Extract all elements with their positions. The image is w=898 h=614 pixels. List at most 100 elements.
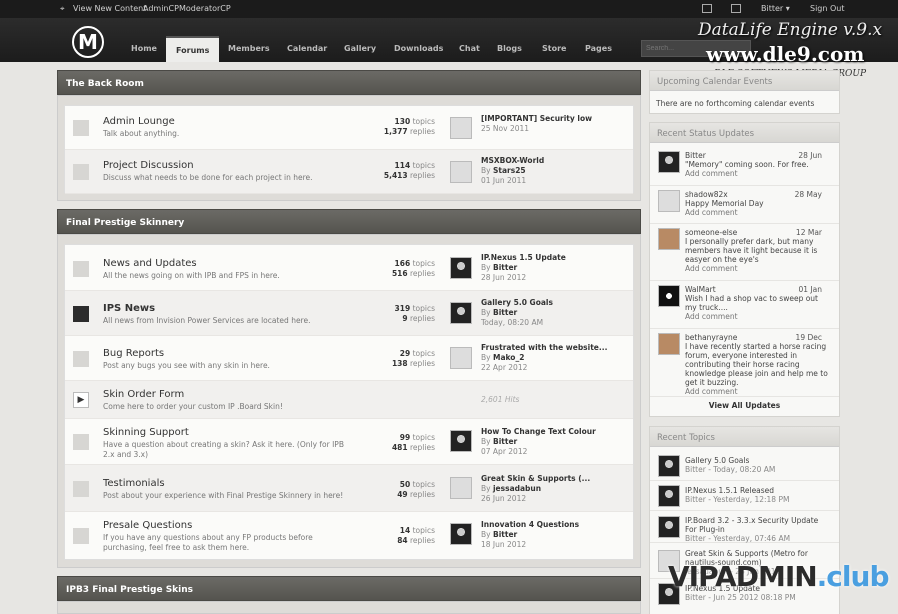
status-date: 19 Dec (795, 333, 822, 342)
add-comment-link[interactable]: Add comment (685, 264, 830, 273)
status-panel-title: Recent Status Updates (650, 123, 839, 143)
forum-row[interactable]: Presale Questions If you have any questi… (65, 512, 633, 561)
avatar[interactable] (450, 347, 472, 369)
category-header[interactable]: Final Prestige Skinnery (57, 209, 641, 234)
last-post-title[interactable]: Great Skin & Supports (... (481, 474, 590, 484)
last-post-author[interactable]: Bitter (493, 263, 517, 272)
sign-out-link[interactable]: Sign Out (810, 4, 845, 13)
last-post-author[interactable]: Bitter (493, 530, 517, 539)
last-post-title[interactable]: [IMPORTANT] Security low (481, 114, 592, 124)
recent-topic-title[interactable]: IP.Board 3.2 - 3.3.x Security Update For… (685, 516, 830, 534)
forum-title[interactable]: Testimonials (103, 478, 165, 489)
last-post-title[interactable]: MSXBOX-World (481, 156, 544, 166)
forum-title[interactable]: Presale Questions (103, 520, 192, 531)
last-post: Innovation 4 Questions By Bitter 18 Jun 20… (481, 520, 580, 549)
forum-read-icon (73, 164, 89, 180)
last-post-author[interactable]: jessadabun (493, 484, 541, 493)
view-all-updates-link[interactable]: View All Updates (650, 401, 839, 415)
calendar-empty-text: There are no forthcoming calendar events (656, 99, 815, 108)
avatar[interactable] (450, 161, 472, 183)
avatar[interactable] (450, 477, 472, 499)
avatar[interactable] (658, 516, 680, 538)
recent-topic-title[interactable]: Gallery 5.0 Goals (685, 456, 830, 465)
forum-title[interactable]: Project Discussion (103, 160, 194, 171)
forum-stats: 114 topics 5,413 replies (383, 161, 435, 180)
add-comment-link[interactable]: Add comment (685, 169, 830, 178)
avatar[interactable] (658, 333, 680, 355)
forum-row[interactable]: Project Discussion Discuss what needs to… (65, 150, 633, 194)
last-post-title[interactable]: Frustrated with the website... (481, 343, 607, 353)
last-post-author[interactable]: Bitter (493, 437, 517, 446)
status-user[interactable]: shadow82x (685, 190, 728, 199)
forum-title[interactable]: News and Updates (103, 258, 197, 269)
category-header[interactable]: IPB3 Final Prestige Skins (57, 576, 641, 601)
view-new-content-link[interactable]: View New Content (73, 4, 146, 13)
moderatorcp-link[interactable]: ModeratorCP (179, 4, 231, 13)
last-post-title[interactable]: Gallery 5.0 Goals (481, 298, 553, 308)
forum-title[interactable]: IPS News (103, 303, 155, 314)
avatar[interactable] (658, 455, 680, 477)
status-user[interactable]: Bitter (685, 151, 706, 160)
forum-stats: 50 topics 49 replies (397, 480, 435, 499)
status-user[interactable]: someone-else (685, 228, 737, 237)
forum-title[interactable]: Bug Reports (103, 348, 164, 359)
forum-row[interactable]: Admin Lounge Talk about anything. 130 to… (65, 106, 633, 150)
last-post-date: 26 Jun 2012 (481, 494, 527, 503)
avatar[interactable] (658, 228, 680, 250)
nav-forums[interactable]: Forums (166, 36, 220, 62)
last-post: Frustrated with the website... By Mako_2 2… (481, 343, 608, 372)
site-logo[interactable]: M (72, 26, 104, 58)
nav-downloads[interactable]: Downloads (394, 36, 443, 62)
nav-blogs[interactable]: Blogs (497, 36, 522, 62)
messenger-icon[interactable] (702, 4, 712, 13)
add-comment-link[interactable]: Add comment (685, 208, 830, 217)
forum-title[interactable]: Admin Lounge (103, 116, 175, 127)
last-post-title[interactable]: IP.Nexus 1.5 Update (481, 253, 566, 263)
user-menu[interactable]: Bitter ▾ (761, 4, 790, 13)
avatar[interactable] (450, 257, 472, 279)
nav-gallery[interactable]: Gallery (344, 36, 376, 62)
last-post-title[interactable]: How To Change Text Colour (481, 427, 596, 437)
nav-store[interactable]: Store (542, 36, 566, 62)
nav-home[interactable]: Home (131, 36, 157, 62)
avatar[interactable] (658, 485, 680, 507)
avatar[interactable] (450, 117, 472, 139)
last-post-author[interactable]: Bitter (493, 308, 517, 317)
last-post-author[interactable]: Stars25 (493, 166, 526, 175)
recent-topic-title[interactable]: IP.Nexus 1.5.1 Released (685, 486, 830, 495)
recent-topics-title: Recent Topics (650, 427, 839, 447)
status-user[interactable]: WalMart (685, 285, 716, 294)
category-header[interactable]: The Back Room (57, 70, 641, 95)
admincp-link[interactable]: AdminCP (143, 4, 179, 13)
status-text: "Memory" coming soon. For free. (685, 160, 809, 169)
status-user[interactable]: bethanyrayne (685, 333, 737, 342)
nav-calendar[interactable]: Calendar (287, 36, 327, 62)
forum-read-icon (73, 120, 89, 136)
forum-title[interactable]: Skinning Support (103, 427, 189, 438)
forum-row[interactable]: IPS News All news from Invision Power Se… (65, 291, 633, 336)
recent-topic-meta: Bitter - Yesterday, 12:18 PM (685, 495, 790, 504)
last-post-title[interactable]: Innovation 4 Questions (481, 520, 579, 530)
avatar[interactable] (450, 302, 472, 324)
nav-pages[interactable]: Pages (585, 36, 612, 62)
add-comment-link[interactable]: Add comment (685, 312, 830, 321)
avatar[interactable] (658, 151, 680, 173)
forum-row[interactable]: Testimonials Post about your experience … (65, 465, 633, 512)
avatar[interactable] (658, 190, 680, 212)
recent-topic-meta: Bitter - Jun 25 2012 08:18 PM (685, 593, 796, 602)
nav-chat[interactable]: Chat (459, 36, 480, 62)
forum-row[interactable]: Skinning Support Have a question about c… (65, 419, 633, 465)
notifications-icon[interactable] (731, 4, 741, 13)
avatar[interactable] (450, 523, 472, 545)
forum-read-icon (73, 434, 89, 450)
forum-row[interactable]: ▶ Skin Order Form Come here to order you… (65, 381, 633, 419)
forum-row[interactable]: News and Updates All the news going on w… (65, 245, 633, 291)
forum-row[interactable]: Bug Reports Post any bugs you see with a… (65, 336, 633, 381)
avatar[interactable] (658, 285, 680, 307)
add-comment-link[interactable]: Add comment (685, 387, 830, 396)
forum-title[interactable]: Skin Order Form (103, 389, 184, 400)
nav-members[interactable]: Members (228, 36, 270, 62)
status-text: Happy Memorial Day (685, 199, 764, 208)
avatar[interactable] (450, 430, 472, 452)
last-post-author[interactable]: Mako_2 (493, 353, 524, 362)
